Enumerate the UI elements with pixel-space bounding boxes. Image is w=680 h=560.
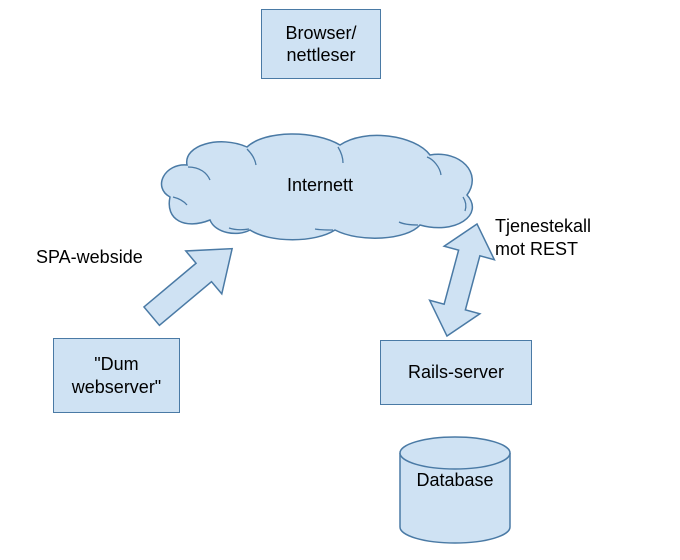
node-rails: Rails-server: [380, 340, 532, 405]
node-database-label: Database: [416, 470, 493, 490]
node-database: Database: [395, 435, 515, 545]
node-browser: Browser/ nettleser: [261, 9, 381, 79]
node-internet-label: Internett: [287, 175, 353, 196]
node-browser-label: Browser/ nettleser: [285, 22, 356, 67]
arrow-rest: [420, 218, 510, 348]
node-webserver-label: "Dum webserver": [72, 353, 161, 398]
node-webserver: "Dum webserver": [53, 338, 180, 413]
arrow-spa: [125, 232, 255, 342]
node-rails-label: Rails-server: [408, 361, 504, 384]
